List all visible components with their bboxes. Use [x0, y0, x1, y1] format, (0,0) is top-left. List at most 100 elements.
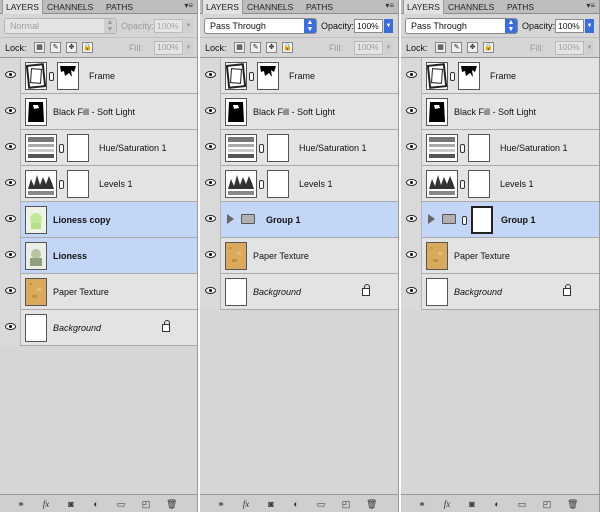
tab-paths[interactable]: PATHS: [303, 0, 336, 14]
fill-input[interactable]: 100%: [154, 41, 183, 55]
layer-mask-thumbnail[interactable]: [468, 170, 490, 198]
layer-mask-thumbnail[interactable]: [468, 134, 490, 162]
layer-thumbnail[interactable]: [25, 62, 47, 90]
layer-thumbnail[interactable]: [426, 170, 458, 198]
layer-thumbnail[interactable]: [25, 278, 47, 306]
link-layers-icon[interactable]: ⚭: [216, 499, 226, 509]
link-layers-icon[interactable]: ⚭: [417, 499, 427, 509]
panel-menu-icon[interactable]: ▾≡: [586, 1, 595, 10]
tab-layers[interactable]: LAYERS: [403, 0, 444, 14]
layer-row[interactable]: Lioness: [0, 238, 197, 274]
layer-row[interactable]: Group 1: [200, 202, 398, 238]
layer-row[interactable]: Paper Texture: [401, 238, 599, 274]
link-icon[interactable]: [259, 144, 264, 153]
link-icon[interactable]: [450, 72, 455, 81]
layer-row[interactable]: Background: [0, 310, 197, 346]
fill-input[interactable]: 100%: [555, 41, 584, 55]
layer-row[interactable]: Black Fill - Soft Light: [0, 94, 197, 130]
panel-menu-icon[interactable]: ▾≡: [184, 1, 193, 10]
tab-channels[interactable]: CHANNELS: [244, 0, 296, 14]
panel-menu-icon[interactable]: ▾≡: [385, 1, 394, 10]
layer-thumbnail[interactable]: [426, 278, 448, 306]
fill-dropdown-icon[interactable]: ▼: [184, 41, 193, 55]
layer-row[interactable]: Paper Texture: [200, 238, 398, 274]
layer-mask-thumbnail[interactable]: [257, 62, 279, 90]
blend-mode-select[interactable]: Normal ▲ ▼: [4, 18, 117, 34]
opacity-dropdown-icon[interactable]: ▼: [384, 19, 393, 33]
visibility-eye-icon[interactable]: [401, 202, 422, 238]
layer-row[interactable]: Group 1: [401, 202, 599, 238]
layer-thumbnail[interactable]: [25, 242, 47, 270]
link-icon[interactable]: [462, 216, 467, 225]
layer-mask-thumbnail[interactable]: [471, 206, 493, 234]
visibility-eye-icon[interactable]: [200, 94, 221, 130]
link-icon[interactable]: [460, 180, 465, 189]
adjustment-layer-icon[interactable]: ◐: [492, 499, 502, 509]
layer-row[interactable]: Levels 1: [200, 166, 398, 202]
visibility-eye-icon[interactable]: [401, 274, 422, 310]
tab-channels[interactable]: CHANNELS: [445, 0, 497, 14]
new-layer-icon[interactable]: ◰: [141, 499, 151, 509]
trash-icon[interactable]: 🗑: [366, 499, 377, 509]
opacity-dropdown-icon[interactable]: ▼: [585, 19, 594, 33]
tab-paths[interactable]: PATHS: [103, 0, 136, 14]
new-layer-icon[interactable]: ◰: [341, 499, 351, 509]
layer-mask-thumbnail[interactable]: [57, 62, 79, 90]
layer-thumbnail[interactable]: [225, 62, 247, 90]
layer-thumbnail[interactable]: [426, 134, 458, 162]
layer-mask-thumbnail[interactable]: [458, 62, 480, 90]
fill-dropdown-icon[interactable]: ▼: [384, 41, 393, 55]
fx-icon[interactable]: fx: [41, 499, 51, 509]
opacity-input[interactable]: 100%: [354, 19, 383, 33]
layer-row[interactable]: Hue/Saturation 1: [0, 130, 197, 166]
lock-image-icon[interactable]: ✎: [451, 42, 462, 53]
link-icon[interactable]: [59, 180, 64, 189]
lock-position-icon[interactable]: ✥: [266, 42, 277, 53]
blend-mode-select[interactable]: Pass Through ▲ ▼: [405, 18, 518, 34]
lock-position-icon[interactable]: ✥: [66, 42, 77, 53]
visibility-eye-icon[interactable]: [200, 202, 221, 238]
expand-triangle-icon[interactable]: [428, 214, 435, 224]
trash-icon[interactable]: 🗑: [567, 499, 578, 509]
link-icon[interactable]: [59, 144, 64, 153]
lock-all-icon[interactable]: 🔒: [82, 42, 93, 53]
visibility-eye-icon[interactable]: [0, 58, 21, 94]
link-layers-icon[interactable]: ⚭: [16, 499, 26, 509]
lock-position-icon[interactable]: ✥: [467, 42, 478, 53]
layer-thumbnail[interactable]: [426, 242, 448, 270]
layer-thumbnail[interactable]: [25, 170, 57, 198]
lock-image-icon[interactable]: ✎: [250, 42, 261, 53]
opacity-input[interactable]: 100%: [154, 19, 183, 33]
layer-mask-thumbnail[interactable]: [267, 170, 289, 198]
layer-thumbnail[interactable]: [426, 98, 448, 126]
visibility-eye-icon[interactable]: [0, 130, 21, 166]
visibility-eye-icon[interactable]: [200, 166, 221, 202]
tab-layers[interactable]: LAYERS: [202, 0, 243, 14]
layer-mask-thumbnail[interactable]: [67, 170, 89, 198]
layer-row[interactable]: Hue/Saturation 1: [200, 130, 398, 166]
add-mask-icon[interactable]: ◙: [467, 499, 477, 509]
visibility-eye-icon[interactable]: [200, 274, 221, 310]
link-icon[interactable]: [249, 72, 254, 81]
lock-all-icon[interactable]: 🔒: [483, 42, 494, 53]
fx-icon[interactable]: fx: [241, 499, 251, 509]
layer-row[interactable]: Lioness copy: [0, 202, 197, 238]
layer-row[interactable]: Frame: [0, 58, 197, 94]
trash-icon[interactable]: 🗑: [166, 499, 177, 509]
layer-row[interactable]: Black Fill - Soft Light: [200, 94, 398, 130]
visibility-eye-icon[interactable]: [401, 94, 422, 130]
layer-row[interactable]: Levels 1: [0, 166, 197, 202]
layer-thumbnail[interactable]: [225, 278, 247, 306]
layer-row[interactable]: Frame: [200, 58, 398, 94]
layer-thumbnail[interactable]: [225, 134, 257, 162]
layer-row[interactable]: Levels 1: [401, 166, 599, 202]
link-icon[interactable]: [460, 144, 465, 153]
link-icon[interactable]: [49, 72, 54, 81]
layer-thumbnail[interactable]: [225, 242, 247, 270]
layer-thumbnail[interactable]: [25, 206, 47, 234]
add-mask-icon[interactable]: ◙: [66, 499, 76, 509]
lock-image-icon[interactable]: ✎: [50, 42, 61, 53]
layer-row[interactable]: Frame: [401, 58, 599, 94]
layer-thumbnail[interactable]: [426, 62, 448, 90]
layer-thumbnail[interactable]: [225, 170, 257, 198]
